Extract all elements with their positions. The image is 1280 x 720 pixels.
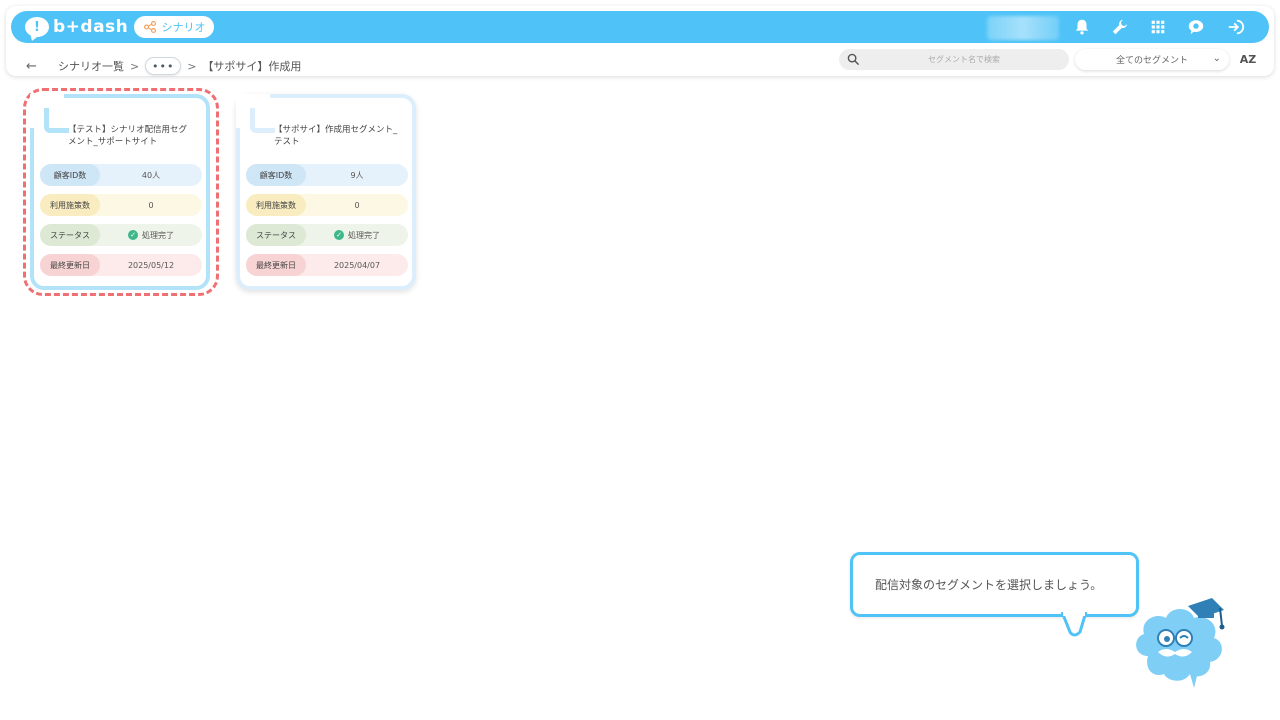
chevron-down-icon: ⌄ <box>1212 53 1221 64</box>
scenario-label: シナリオ <box>161 21 206 34</box>
updated-row: 最終更新日 2025/05/12 <box>40 254 202 276</box>
search-icon <box>847 53 860 66</box>
back-arrow-icon[interactable]: ← <box>26 59 40 74</box>
logo-text: b+dash <box>53 17 129 37</box>
bell-icon[interactable] <box>1071 17 1093 37</box>
customers-value: 9人 <box>350 170 364 180</box>
segment-title: 【テスト】シナリオ配信用セグメント_サポートサイト <box>68 125 188 147</box>
logo-bubble-icon: ! <box>25 17 49 37</box>
scenario-icon <box>143 20 156 34</box>
status-value: ✓ 処理完了 <box>306 230 408 241</box>
used-row: 利用施策数 0 <box>40 194 202 216</box>
app-logo[interactable]: ! b+dash <box>25 15 128 39</box>
wrench-icon[interactable] <box>1109 17 1131 37</box>
top-bar: ! b+dash シナリオ <box>11 11 1269 43</box>
scenario-menu-button[interactable]: シナリオ <box>134 16 214 38</box>
used-row: 利用施策数 0 <box>246 194 408 216</box>
sort-az-icon[interactable]: AZ <box>1238 50 1258 68</box>
balloon-tail <box>1060 612 1088 637</box>
grid-icon[interactable] <box>1147 17 1169 37</box>
segment-title: 【サポサイ】作成用セグメント_テスト <box>274 125 398 147</box>
status-label: ステータス <box>246 224 306 246</box>
updated-value: 2025/05/12 <box>127 260 175 270</box>
breadcrumb-current: 【サポサイ】作成用 <box>202 60 302 73</box>
updated-value: 2025/04/07 <box>333 260 381 270</box>
segment-filter-select[interactable]: 全てのセグメント ⌄ <box>1075 49 1229 70</box>
breadcrumb: ← シナリオ一覧 > ••• > 【サポサイ】作成用 <box>26 53 301 79</box>
guide-balloon: 配信対象のセグメントを選択しましょう。 <box>850 552 1139 617</box>
breadcrumb-separator: > <box>187 59 197 73</box>
logout-icon[interactable] <box>1225 17 1247 37</box>
used-value: 0 <box>354 200 360 210</box>
breadcrumb-more-button[interactable]: ••• <box>145 57 182 75</box>
customers-row: 顧客ID数 40人 <box>40 164 202 186</box>
status-row: ステータス ✓ 処理完了 <box>40 224 202 246</box>
status-value: ✓ 処理完了 <box>100 230 202 241</box>
used-value: 0 <box>148 200 154 210</box>
check-circle-icon: ✓ <box>334 230 344 240</box>
status-text: 処理完了 <box>348 230 380 240</box>
mascot-cloud-icon <box>1136 598 1225 688</box>
customers-value: 40人 <box>141 170 161 180</box>
customers-label: 顧客ID数 <box>246 164 306 186</box>
segment-card[interactable]: 【テスト】シナリオ配信用セグメント_サポートサイト 顧客ID数 40人 利用施策… <box>30 94 210 290</box>
customers-row: 顧客ID数 9人 <box>246 164 408 186</box>
breadcrumb-separator: > <box>130 59 140 73</box>
search-input[interactable] <box>839 49 1069 70</box>
customers-label: 顧客ID数 <box>40 164 100 186</box>
status-text: 処理完了 <box>142 230 174 240</box>
segment-card[interactable]: 【サポサイ】作成用セグメント_テスト 顧客ID数 9人 利用施策数 0 ステータ… <box>236 94 416 290</box>
status-label: ステータス <box>40 224 100 246</box>
breadcrumb-scenario-list[interactable]: シナリオ一覧 <box>58 58 124 74</box>
updated-row: 最終更新日 2025/04/07 <box>246 254 408 276</box>
status-row: ステータス ✓ 処理完了 <box>246 224 408 246</box>
updated-label: 最終更新日 <box>40 254 100 276</box>
user-info-blurred[interactable] <box>987 16 1059 40</box>
card-corner-icon <box>30 94 69 133</box>
segment-search[interactable] <box>839 49 1069 70</box>
guide-message: 配信対象のセグメントを選択しましょう。 <box>875 578 1103 592</box>
check-circle-icon: ✓ <box>128 230 138 240</box>
chat-avatar-icon[interactable] <box>1185 17 1207 37</box>
used-label: 利用施策数 <box>40 194 100 216</box>
used-label: 利用施策数 <box>246 194 306 216</box>
card-corner-icon <box>236 94 275 133</box>
updated-label: 最終更新日 <box>246 254 306 276</box>
filter-selected-value: 全てのセグメント <box>1115 56 1188 66</box>
